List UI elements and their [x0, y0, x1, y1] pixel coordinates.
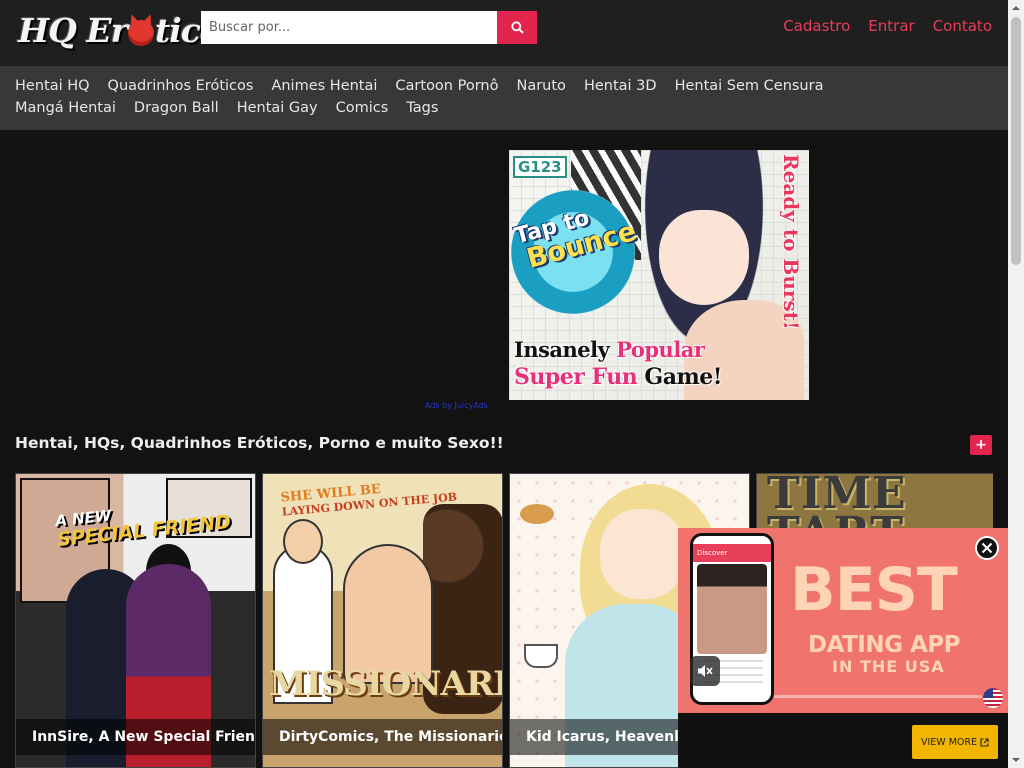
scroll-down-arrow[interactable] [1008, 752, 1024, 768]
chevron-up-icon [1012, 6, 1020, 10]
nav-item-hentai-hq[interactable]: Hentai HQ [15, 76, 90, 96]
cover-figure-face [600, 509, 685, 599]
comic-card[interactable]: SHE WILL BE LAYING DOWN ON THE JOB MISSI… [262, 473, 503, 768]
close-popup-button[interactable] [975, 536, 999, 560]
nav-item-manga-hentai[interactable]: Mangá Hentai [15, 98, 116, 118]
pancake-illustration [520, 504, 554, 524]
search-button[interactable] [497, 11, 537, 44]
ads-by-link[interactable]: Ads by JuicyAds [425, 401, 488, 410]
us-flag-icon [983, 688, 1003, 708]
nav-item-dragon-ball[interactable]: Dragon Ball [134, 98, 219, 118]
nav-item-comics[interactable]: Comics [336, 98, 389, 118]
phone-app-header: Discover [693, 544, 771, 562]
scroll-up-arrow[interactable] [1008, 0, 1024, 16]
popup-subheadline: DATING APP [808, 632, 961, 658]
comic-card-title[interactable]: DirtyComics, The Missionaries [263, 719, 502, 755]
page-scrollbar[interactable] [1008, 0, 1024, 768]
cover-figure [343, 544, 433, 684]
nav-item-animes-hentai[interactable]: Animes Hentai [271, 76, 377, 96]
ad-ready-text: Ready to Burst! [779, 154, 803, 330]
popup-ad-creative[interactable]: Discover BEST DATING APP IN THE USA [678, 528, 1008, 713]
profile-photo [697, 564, 767, 654]
close-icon [981, 542, 993, 554]
mute-button[interactable] [690, 656, 720, 686]
category-nav: Hentai HQ Quadrinhos Eróticos Animes Hen… [0, 66, 1008, 130]
view-more-button[interactable]: VIEW MORE [912, 725, 998, 759]
search-icon [510, 21, 524, 34]
logo-text-part1: HQ Er [18, 10, 128, 50]
nav-item-cartoon-porno[interactable]: Cartoon Pornô [395, 76, 498, 96]
mute-icon [698, 665, 713, 677]
comic-card[interactable]: A NEW SPECIAL FRIEND InnSire, A New Spec… [15, 473, 256, 768]
ad-tagline-2b: Game! [637, 364, 722, 390]
header-links: Cadastro Entrar Contato [783, 17, 992, 35]
section-title: Hentai, HQs, Quadrinhos Eróticos, Porno … [15, 434, 504, 452]
ad-character-face [659, 210, 749, 305]
cup-illustration [524, 644, 558, 668]
cover-title: MISSIONARIE [269, 664, 502, 704]
cover-figure-head [283, 519, 323, 564]
nav-item-tags[interactable]: Tags [406, 98, 438, 118]
ad-tagline-2: Super Fun Game! [514, 364, 722, 390]
video-progress-bar[interactable] [774, 695, 982, 698]
external-link-icon [980, 737, 989, 747]
ad-banner[interactable]: G123 Tap to Bounce Ready to Burst! Insan… [509, 150, 809, 400]
login-link[interactable]: Entrar [868, 17, 914, 35]
ad-tagline-2a: Super Fun [514, 364, 638, 390]
site-logo[interactable]: HQ Er tica [18, 10, 221, 50]
more-button[interactable]: + [970, 435, 992, 455]
devil-icon [127, 20, 154, 46]
popup-ad[interactable]: Discover BEST DATING APP IN THE USA VIEW… [678, 528, 1008, 768]
search-input[interactable] [201, 11, 497, 44]
popup-location: IN THE USA [832, 657, 945, 676]
nav-item-quadrinhos-eroticos[interactable]: Quadrinhos Eróticos [108, 76, 254, 96]
comic-card-title[interactable]: InnSire, A New Special Friend [16, 719, 255, 755]
site-header: HQ Ertica Cadastro Entrar Contato [0, 0, 1008, 66]
contact-link[interactable]: Contato [933, 17, 992, 35]
ad-tagline-1a: Insanely [514, 337, 617, 362]
ad-tagline-1: Insanely Popular [514, 337, 705, 362]
ad-tagline-1b: Popular [616, 337, 705, 362]
ad-brand-logo: G123 [513, 156, 567, 178]
nav-item-hentai-sem-censura[interactable]: Hentai Sem Censura [675, 76, 824, 96]
chevron-down-icon [1012, 758, 1020, 762]
nav-item-hentai-gay[interactable]: Hentai Gay [237, 98, 318, 118]
popup-headline: BEST [790, 555, 958, 625]
view-more-label: VIEW MORE [921, 736, 977, 748]
nav-item-naruto[interactable]: Naruto [516, 76, 565, 96]
scroll-thumb[interactable] [1011, 17, 1021, 265]
nav-item-hentai-3d[interactable]: Hentai 3D [584, 76, 657, 96]
signup-link[interactable]: Cadastro [783, 17, 850, 35]
